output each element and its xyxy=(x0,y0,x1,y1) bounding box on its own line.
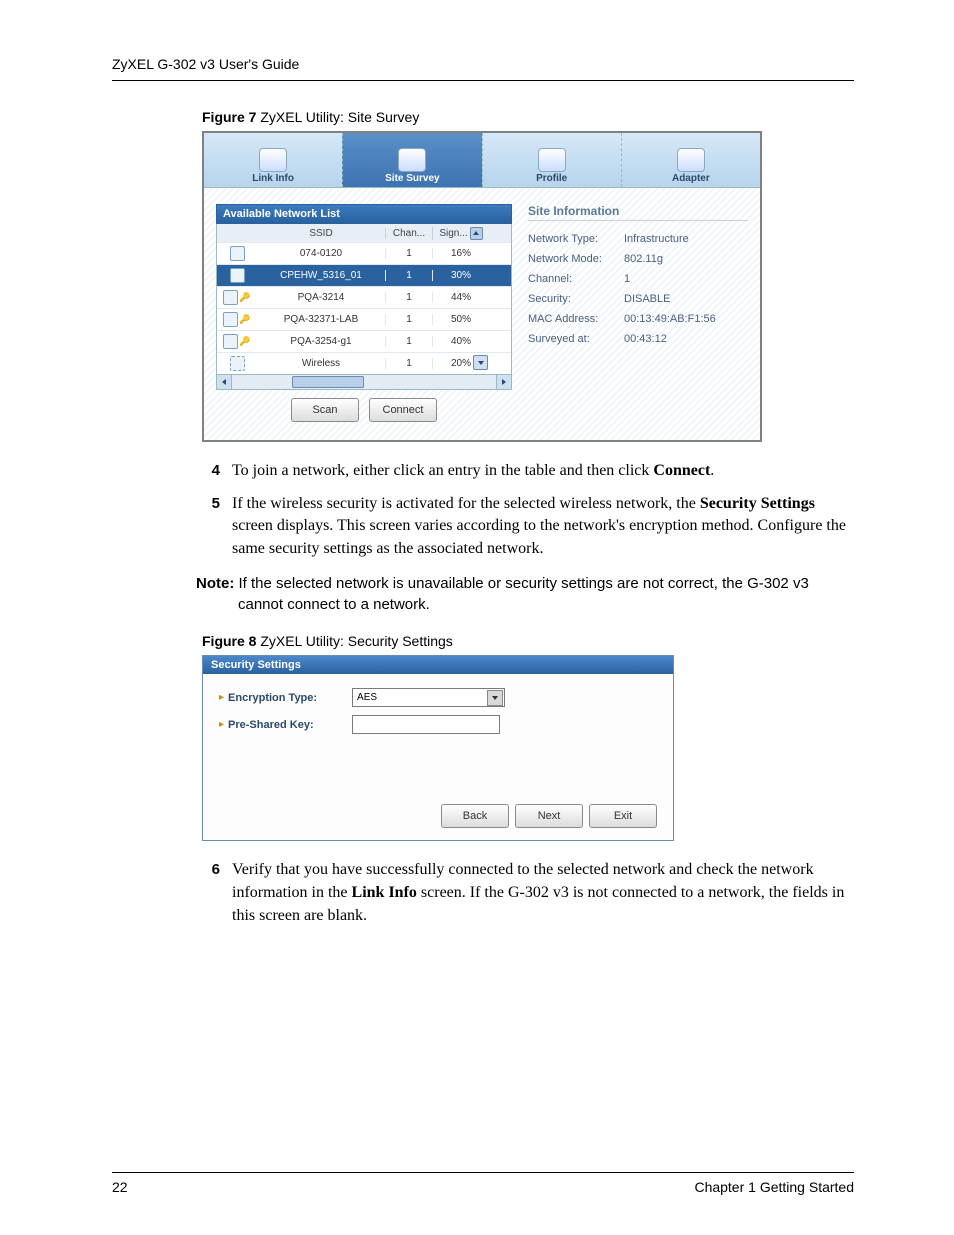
horizontal-scrollbar[interactable] xyxy=(216,375,512,390)
ssid-cell: Wireless xyxy=(257,358,385,369)
scroll-down-icon[interactable] xyxy=(473,355,488,370)
site-info-row: MAC Address:00:13:49:AB:F1:56 xyxy=(528,309,748,329)
tab-profile[interactable]: Profile xyxy=(482,133,621,187)
lock-icon: 🔑 xyxy=(239,336,250,347)
tab-adapter[interactable]: Adapter xyxy=(621,133,760,187)
step-item: 6Verify that you have successfully conne… xyxy=(196,859,854,927)
signal-cell: 40% xyxy=(432,336,489,347)
page-footer: 22 Chapter 1 Getting Started xyxy=(112,1172,854,1195)
step-item: 5If the wireless security is activated f… xyxy=(196,493,854,561)
table-header: SSID Chan... Sign... xyxy=(217,224,511,242)
note-text: Note: If the selected network is unavail… xyxy=(196,573,854,616)
channel-cell: 1 xyxy=(385,336,432,347)
adapter-icon xyxy=(677,148,705,172)
site-info-row: Surveyed at:00:43:12 xyxy=(528,329,748,349)
signal-cell: 16% xyxy=(432,248,489,259)
signal-cell: 20% xyxy=(432,358,489,369)
step-item: 4To join a network, either click an entr… xyxy=(196,460,854,483)
bullet-icon: ▸ xyxy=(219,692,224,703)
network-list[interactable]: SSID Chan... Sign... 074-0120116%CPEHW_5… xyxy=(216,224,512,375)
ssid-cell: PQA-3214 xyxy=(257,292,385,303)
back-button[interactable]: Back xyxy=(441,804,509,828)
site-info-row: Network Type:Infrastructure xyxy=(528,229,748,249)
table-row[interactable]: Wireless120% xyxy=(217,352,511,374)
table-row[interactable]: 074-0120116% xyxy=(217,242,511,264)
step-list-b: 6Verify that you have successfully conne… xyxy=(196,859,854,927)
ap-icon xyxy=(230,268,245,283)
signal-cell: 44% xyxy=(432,292,489,303)
fig7-tabs: Link Info Site Survey Profile Adapter xyxy=(204,133,760,188)
channel-cell: 1 xyxy=(385,270,432,281)
lock-icon: 🔑 xyxy=(239,314,250,325)
connect-button[interactable]: Connect xyxy=(369,398,437,422)
table-row[interactable]: CPEHW_5316_01130% xyxy=(217,264,511,286)
security-settings-title: Security Settings xyxy=(203,656,673,674)
site-info-row: Security:DISABLE xyxy=(528,289,748,309)
figure7-caption: Figure 7 ZyXEL Utility: Site Survey xyxy=(202,109,854,125)
table-row[interactable]: 🔑 PQA-3214144% xyxy=(217,286,511,308)
site-information-header: Site Information xyxy=(528,204,748,221)
pre-shared-key-label: Pre-Shared Key: xyxy=(228,719,352,731)
ap-icon xyxy=(223,290,238,305)
site-information-panel: Site Information Network Type:Infrastruc… xyxy=(528,204,748,422)
next-button[interactable]: Next xyxy=(515,804,583,828)
profile-icon xyxy=(538,148,566,172)
chevron-down-icon[interactable] xyxy=(487,690,503,706)
site-info-row: Channel:1 xyxy=(528,269,748,289)
tab-link-info[interactable]: Link Info xyxy=(204,133,342,187)
channel-cell: 1 xyxy=(385,358,432,369)
ssid-cell: CPEHW_5316_01 xyxy=(257,270,385,281)
page-number: 22 xyxy=(112,1179,128,1195)
ap-icon xyxy=(230,356,245,371)
tab-site-survey[interactable]: Site Survey xyxy=(342,133,481,187)
network-list-header: Available Network List xyxy=(216,204,512,224)
step-list-a: 4To join a network, either click an entr… xyxy=(196,460,854,561)
scroll-right-icon[interactable] xyxy=(496,375,511,389)
lock-icon: 🔑 xyxy=(239,292,250,303)
ssid-cell: PQA-32371-LAB xyxy=(257,314,385,325)
running-header: ZyXEL G-302 v3 User's Guide xyxy=(112,56,854,81)
link-info-icon xyxy=(259,148,287,172)
channel-cell: 1 xyxy=(385,248,432,259)
scroll-left-icon[interactable] xyxy=(217,375,232,389)
available-network-panel: Available Network List SSID Chan... Sign… xyxy=(216,204,512,422)
channel-cell: 1 xyxy=(385,314,432,325)
signal-cell: 50% xyxy=(432,314,489,325)
ssid-cell: 074-0120 xyxy=(257,248,385,259)
figure8-caption: Figure 8 ZyXEL Utility: Security Setting… xyxy=(202,633,854,649)
table-row[interactable]: 🔑 PQA-32371-LAB150% xyxy=(217,308,511,330)
scan-button[interactable]: Scan xyxy=(291,398,359,422)
encryption-type-label: Encryption Type: xyxy=(228,692,352,704)
bullet-icon: ▸ xyxy=(219,719,224,730)
pre-shared-key-input[interactable] xyxy=(352,715,500,734)
channel-cell: 1 xyxy=(385,292,432,303)
ap-icon xyxy=(223,312,238,327)
figure8-screenshot: Security Settings ▸ Encryption Type: AES… xyxy=(202,655,674,841)
chapter-label: Chapter 1 Getting Started xyxy=(694,1179,854,1195)
site-info-row: Network Mode:802.11g xyxy=(528,249,748,269)
site-survey-icon xyxy=(398,148,426,172)
encryption-type-select[interactable]: AES xyxy=(352,688,505,707)
exit-button[interactable]: Exit xyxy=(589,804,657,828)
table-row[interactable]: 🔑 PQA-3254-g1140% xyxy=(217,330,511,352)
scroll-thumb[interactable] xyxy=(292,376,364,388)
signal-cell: 30% xyxy=(432,270,489,281)
sort-up-icon[interactable] xyxy=(470,227,483,240)
ap-icon xyxy=(223,334,238,349)
figure7-screenshot: Link Info Site Survey Profile Adapter Av… xyxy=(202,131,762,442)
ssid-cell: PQA-3254-g1 xyxy=(257,336,385,347)
ap-icon xyxy=(230,246,245,261)
